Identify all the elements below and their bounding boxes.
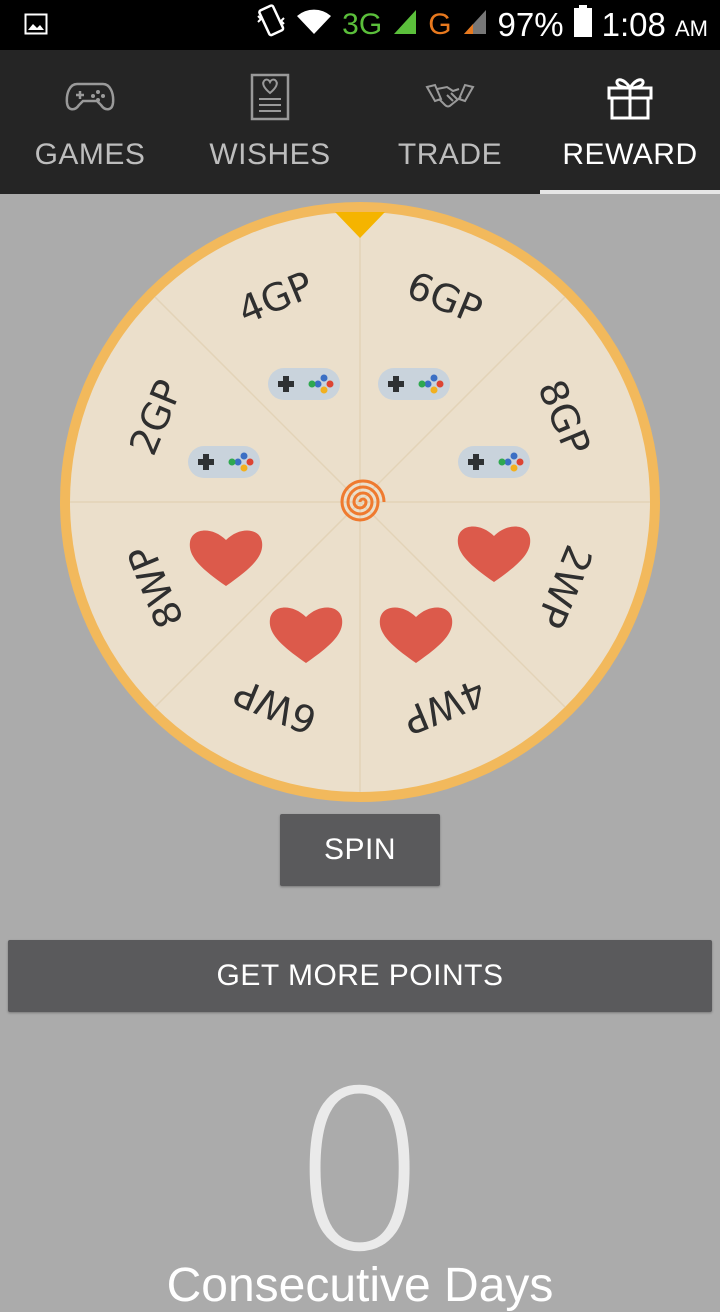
- wishlist-icon: [250, 72, 290, 122]
- tab-label: TRADE: [397, 138, 503, 171]
- get-more-points-button[interactable]: GET MORE POINTS: [8, 940, 712, 1012]
- prize-wheel[interactable]: 6GP 8GP 2WP 4WP 6WP 8WP 2GP 4GP: [60, 202, 660, 802]
- image-notification-icon: [24, 12, 48, 41]
- consecutive-days-count: 0: [290, 1044, 430, 1300]
- battery-level: 97%: [497, 6, 564, 43]
- status-bar: 3G G 97% 1:08 AM: [0, 0, 720, 50]
- spin-button[interactable]: SPIN: [280, 814, 440, 886]
- tab-wishes[interactable]: WISHES: [180, 50, 360, 194]
- gamepad-icon: [458, 446, 530, 478]
- signal-icon: [392, 6, 418, 44]
- tab-bar: GAMES WISHES TRADE REWARD: [0, 50, 720, 194]
- tab-games[interactable]: GAMES: [0, 50, 180, 194]
- tab-label: GAMES: [34, 138, 146, 171]
- wifi-icon: [296, 6, 332, 44]
- clock: 1:08 AM: [601, 6, 708, 43]
- gamepad-icon: [65, 72, 115, 122]
- network-g-label: G: [428, 8, 452, 41]
- gamepad-icon: [268, 368, 340, 400]
- tab-reward[interactable]: REWARD: [540, 50, 720, 194]
- network-3g-label: 3G: [342, 8, 383, 41]
- gamepad-icon: [378, 368, 450, 400]
- tab-trade[interactable]: TRADE: [360, 50, 540, 194]
- gamepad-icon: [188, 446, 260, 478]
- battery-icon: [573, 5, 592, 45]
- signal-icon-2: [462, 6, 488, 44]
- tab-label: WISHES: [209, 138, 331, 171]
- vibrate-icon: [256, 4, 286, 46]
- gift-icon: [606, 72, 654, 122]
- handshake-icon: [425, 72, 475, 122]
- consecutive-days-caption: Consecutive Days: [166, 1259, 554, 1312]
- tab-label: REWARD: [562, 138, 698, 171]
